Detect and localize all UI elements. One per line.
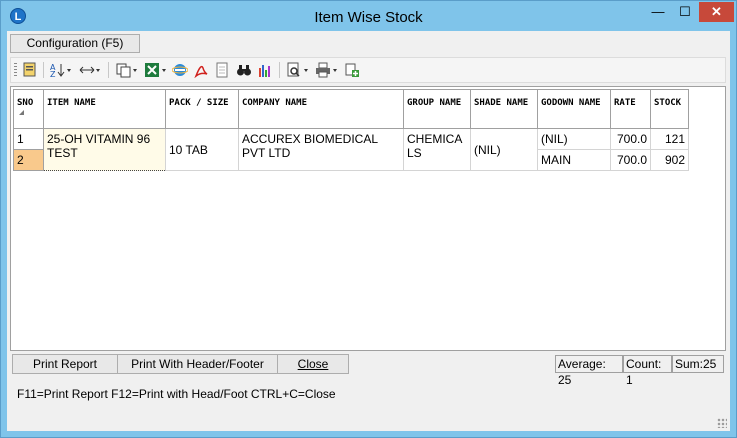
close-button[interactable]: Close xyxy=(277,354,349,374)
toolbar: AZ xyxy=(10,57,726,83)
cell-godown-name[interactable]: (NIL) xyxy=(537,128,611,150)
column-header-rate[interactable]: RATE xyxy=(610,89,651,129)
copy-icon[interactable] xyxy=(114,62,140,78)
cell-pack-size[interactable]: 10 TAB xyxy=(165,128,239,171)
cell-rate[interactable]: 700.0 xyxy=(610,128,651,150)
resize-grip[interactable] xyxy=(717,418,727,428)
chart-icon[interactable] xyxy=(256,62,274,78)
title-bar[interactable]: L Item Wise Stock — ☐ ✕ xyxy=(1,1,736,31)
window-close-button[interactable]: ✕ xyxy=(699,2,734,22)
document-icon[interactable] xyxy=(213,62,231,78)
print-header-footer-button[interactable]: Print With Header/Footer xyxy=(117,354,278,374)
column-header-item-name[interactable]: ITEM NAME xyxy=(43,89,166,129)
toolbar-separator xyxy=(279,62,280,78)
status-average: Average: 25 xyxy=(555,355,623,387)
cell-shade-name[interactable]: (NIL) xyxy=(470,128,538,171)
toolbar-separator xyxy=(108,62,109,78)
maximize-button[interactable]: ☐ xyxy=(672,2,698,22)
row-number[interactable]: 2 xyxy=(13,149,44,171)
stock-table: SNO ITEM NAME PACK / SIZE COMPANY NAME G… xyxy=(13,89,689,171)
client-area: Configuration (F5) AZ SNO ITEM NAME PACK… xyxy=(7,31,730,431)
cell-company-name[interactable]: ACCUREX BIOMEDICAL PVT LTD xyxy=(238,128,404,171)
toolbar-grip[interactable] xyxy=(14,63,17,77)
binoculars-icon[interactable] xyxy=(235,62,253,78)
ie-icon[interactable] xyxy=(171,62,189,78)
configuration-button[interactable]: Configuration (F5) xyxy=(10,34,140,53)
cell-rate[interactable]: 700.0 xyxy=(610,149,651,171)
shortcut-hint: F11=Print Report F12=Print with Head/Foo… xyxy=(17,387,336,401)
minimize-button[interactable]: — xyxy=(645,2,671,22)
app-window: L Item Wise Stock — ☐ ✕ Configuration (F… xyxy=(0,0,737,438)
cell-group-name[interactable]: CHEMICALS xyxy=(403,128,471,171)
status-sum: Sum:25 xyxy=(672,355,724,373)
cell-item-name[interactable]: 25-OH VITAMIN 96 TEST xyxy=(43,128,166,171)
column-header-stock[interactable]: STOCK xyxy=(650,89,689,129)
cell-godown-name[interactable]: MAIN xyxy=(537,149,611,171)
column-width-icon[interactable] xyxy=(77,62,103,78)
export-icon[interactable] xyxy=(343,62,361,78)
stock-grid[interactable]: SNO ITEM NAME PACK / SIZE COMPANY NAME G… xyxy=(10,86,726,351)
toolbar-separator xyxy=(43,62,44,78)
column-header-pack-size[interactable]: PACK / SIZE xyxy=(165,89,239,129)
sort-az-icon[interactable]: AZ xyxy=(48,62,74,79)
sort-indicator-icon xyxy=(19,110,24,115)
column-header-shade-name[interactable]: SHADE NAME xyxy=(470,89,538,129)
column-header-group-name[interactable]: GROUP NAME xyxy=(403,89,471,129)
print-report-button[interactable]: Print Report xyxy=(12,354,118,374)
column-header-company-name[interactable]: COMPANY NAME xyxy=(238,89,404,129)
printer-icon[interactable] xyxy=(314,62,340,78)
pdf-icon[interactable] xyxy=(192,62,210,79)
cell-stock[interactable]: 902 xyxy=(650,149,689,171)
excel-icon[interactable] xyxy=(143,62,169,78)
svg-text:Z: Z xyxy=(50,70,56,78)
preview-icon[interactable] xyxy=(285,62,311,78)
column-header-godown-name[interactable]: GODOWN NAME xyxy=(537,89,611,129)
status-count: Count: 1 xyxy=(623,355,672,387)
row-number[interactable]: 1 xyxy=(13,128,44,150)
report-icon[interactable] xyxy=(21,62,39,78)
header-row: SNO ITEM NAME PACK / SIZE COMPANY NAME G… xyxy=(13,89,689,129)
table-row[interactable]: 1 25-OH VITAMIN 96 TEST 10 TAB ACCUREX B… xyxy=(13,128,689,171)
column-header-sno[interactable]: SNO xyxy=(13,89,44,129)
cell-stock[interactable]: 121 xyxy=(650,128,689,150)
window-title: Item Wise Stock xyxy=(314,9,423,26)
